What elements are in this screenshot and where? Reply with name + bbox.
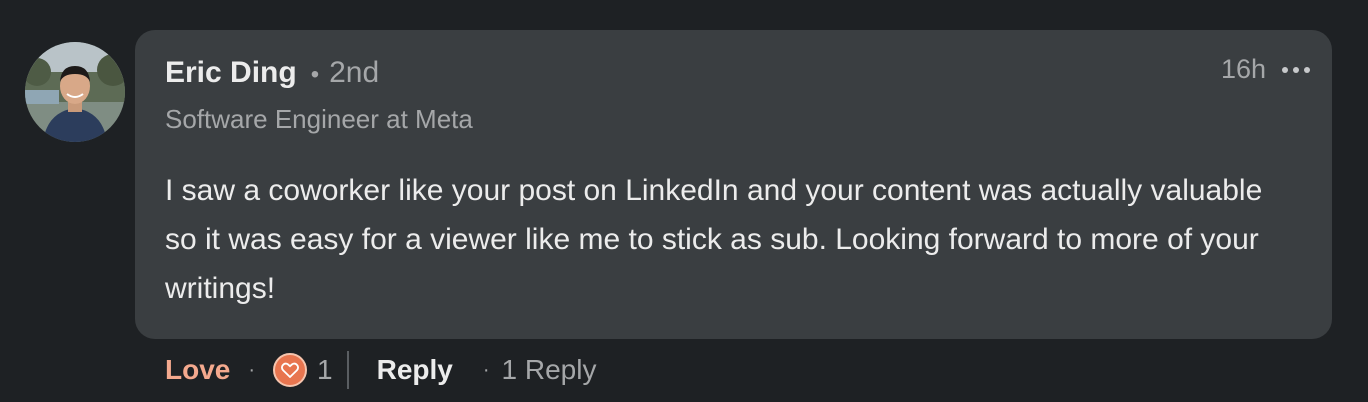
comment-timestamp: 16h: [1220, 54, 1266, 84]
comment-item: Eric Ding • 2nd Software Engineer at Met…: [0, 0, 1368, 402]
reaction-count[interactable]: 1: [317, 354, 333, 386]
comment-text: I saw a coworker like your post on Linke…: [165, 174, 1263, 305]
profile-photo: [25, 42, 125, 142]
reply-button[interactable]: Reply: [377, 354, 453, 386]
author-headline: Software Engineer at Meta: [165, 104, 473, 134]
view-replies-link[interactable]: 1 Reply: [502, 354, 597, 386]
comment-header: Eric Ding • 2nd: [165, 56, 379, 90]
comment-actions: Love · 1 Reply · 1 Reply: [165, 348, 596, 392]
comment-bubble: Eric Ding • 2nd Software Engineer at Met…: [135, 30, 1332, 339]
more-horizontal-icon[interactable]: [1282, 63, 1310, 77]
love-reaction-button[interactable]: Love: [165, 354, 230, 386]
author-name[interactable]: Eric Ding: [165, 56, 297, 90]
divider: [346, 351, 349, 389]
author-avatar[interactable]: [25, 42, 125, 142]
separator-dot: ·: [482, 358, 490, 381]
separator-dot: •: [310, 61, 320, 88]
heart-icon[interactable]: [273, 353, 308, 387]
separator-dot: ·: [248, 358, 256, 381]
connection-degree: 2nd: [329, 56, 380, 89]
comment-meta: 16h: [1221, 54, 1310, 85]
